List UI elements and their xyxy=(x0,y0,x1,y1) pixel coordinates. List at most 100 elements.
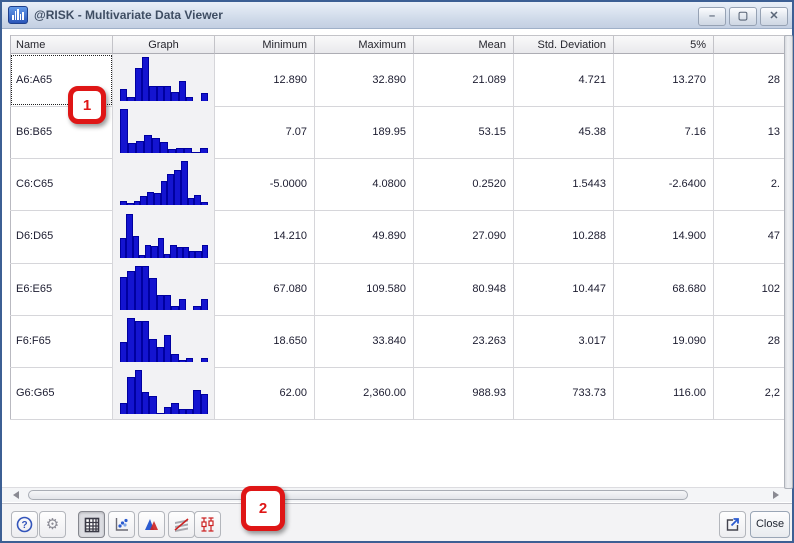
histogram-bar xyxy=(152,138,160,153)
graph-cell[interactable] xyxy=(113,158,215,210)
table-cell-min[interactable]: 7.07 xyxy=(215,106,315,158)
minimize-button[interactable]: – xyxy=(698,7,726,26)
column-header-p5[interactable]: 5% xyxy=(614,35,714,54)
histogram-thumbnail[interactable] xyxy=(120,161,208,205)
table-cell-p5[interactable]: 116.00 xyxy=(614,367,714,419)
table-cell-last[interactable]: 2. xyxy=(714,158,788,210)
histogram-thumbnail[interactable] xyxy=(120,57,208,101)
table-cell-name[interactable]: E6:E65 xyxy=(10,263,113,315)
table-cell-p5[interactable]: 68.680 xyxy=(614,263,714,315)
table-cell-name[interactable]: C6:C65 xyxy=(10,158,113,210)
graph-cell[interactable] xyxy=(113,315,215,367)
table-cell-max[interactable]: 109.580 xyxy=(315,263,414,315)
svg-text:?: ? xyxy=(21,520,27,531)
histogram-bar xyxy=(168,149,176,153)
table-cell-last[interactable]: 47 xyxy=(714,210,788,262)
table-cell-std[interactable]: 4.721 xyxy=(514,54,614,106)
column-header-max[interactable]: Maximum xyxy=(315,35,414,54)
table-cell-max[interactable]: 33.840 xyxy=(315,315,414,367)
graph-cell[interactable] xyxy=(113,106,215,158)
table-cell-std[interactable]: 1.5443 xyxy=(514,158,614,210)
callout-badge-1: 1 xyxy=(68,86,106,124)
column-header-mean[interactable]: Mean xyxy=(414,35,514,54)
horizontal-scrollbar-thumb[interactable] xyxy=(28,490,688,500)
scroll-right-icon[interactable] xyxy=(773,491,779,499)
table-cell-name[interactable]: G6:G65 xyxy=(10,367,113,419)
table-cell-std[interactable]: 3.017 xyxy=(514,315,614,367)
scatter-plot-button[interactable] xyxy=(108,511,135,538)
table-view-button[interactable] xyxy=(78,511,105,538)
box-plot-icon xyxy=(199,516,216,533)
table-cell-min[interactable]: 18.650 xyxy=(215,315,315,367)
table-cell-p5[interactable]: -2.6400 xyxy=(614,158,714,210)
table-cell-std[interactable]: 733.73 xyxy=(514,367,614,419)
graph-cell[interactable] xyxy=(113,367,215,419)
maximize-button[interactable]: ▢ xyxy=(729,7,757,26)
graph-cell[interactable] xyxy=(113,54,215,106)
table-cell-max[interactable]: 189.95 xyxy=(315,106,414,158)
histogram-bar xyxy=(127,271,134,310)
table-cell-mean[interactable]: 0.2520 xyxy=(414,158,514,210)
histogram-bar xyxy=(201,202,208,205)
histogram-thumbnail[interactable] xyxy=(120,266,208,310)
risk-histogram-app-icon xyxy=(8,6,28,24)
table-cell-p5[interactable]: 19.090 xyxy=(614,315,714,367)
settings-button[interactable]: ⚙ xyxy=(39,511,66,538)
table-cell-last[interactable]: 102 xyxy=(714,263,788,315)
table-cell-std[interactable]: 10.447 xyxy=(514,263,614,315)
export-button[interactable] xyxy=(719,511,746,538)
histogram-bar xyxy=(164,407,171,414)
histogram-bar xyxy=(201,93,208,101)
table-cell-mean[interactable]: 21.089 xyxy=(414,54,514,106)
histogram-bar xyxy=(194,195,201,205)
table-cell-max[interactable]: 4.0800 xyxy=(315,158,414,210)
table-cell-min[interactable]: 62.00 xyxy=(215,367,315,419)
table-cell-max[interactable]: 2,360.00 xyxy=(315,367,414,419)
table-cell-std[interactable]: 10.288 xyxy=(514,210,614,262)
table-cell-last[interactable]: 28 xyxy=(714,54,788,106)
column-header-last[interactable] xyxy=(714,35,788,54)
table-cell-min[interactable]: 12.890 xyxy=(215,54,315,106)
table-cell-mean[interactable]: 23.263 xyxy=(414,315,514,367)
vertical-scrollbar[interactable] xyxy=(784,35,793,489)
histogram-thumbnail[interactable] xyxy=(120,109,208,153)
table-cell-last[interactable]: 13 xyxy=(714,106,788,158)
table-cell-p5[interactable]: 13.270 xyxy=(614,54,714,106)
histogram-thumbnail[interactable] xyxy=(120,370,208,414)
graph-cell[interactable] xyxy=(113,263,215,315)
column-header-name[interactable]: Name xyxy=(10,35,113,54)
table-cell-last[interactable]: 2,2 xyxy=(714,367,788,419)
close-button[interactable]: Close xyxy=(750,511,790,538)
table-cell-min[interactable]: 67.080 xyxy=(215,263,315,315)
help-button[interactable]: ? xyxy=(11,511,38,538)
close-window-button[interactable]: ✕ xyxy=(760,7,788,26)
histogram-bar xyxy=(136,141,144,153)
column-header-graph[interactable]: Graph xyxy=(113,35,215,54)
box-plot-button[interactable] xyxy=(194,511,221,538)
table-cell-name[interactable]: F6:F65 xyxy=(10,315,113,367)
multivariate-data-viewer-window: @RISK - Multivariate Data Viewer – ▢ ✕ N… xyxy=(0,0,794,543)
horizontal-scrollbar[interactable] xyxy=(2,487,792,502)
table-cell-min[interactable]: -5.0000 xyxy=(215,158,315,210)
table-cell-max[interactable]: 49.890 xyxy=(315,210,414,262)
table-cell-max[interactable]: 32.890 xyxy=(315,54,414,106)
column-header-min[interactable]: Minimum xyxy=(215,35,315,54)
histogram-thumbnail[interactable] xyxy=(120,214,208,258)
distribution-overlay-button[interactable] xyxy=(138,511,165,538)
column-header-std[interactable]: Std. Deviation xyxy=(514,35,614,54)
table-cell-name[interactable]: D6:D65 xyxy=(10,210,113,262)
table-cell-last[interactable]: 28 xyxy=(714,315,788,367)
table-cell-std[interactable]: 45.38 xyxy=(514,106,614,158)
table-cell-min[interactable]: 14.210 xyxy=(215,210,315,262)
table-cell-mean[interactable]: 988.93 xyxy=(414,367,514,419)
histogram-thumbnail[interactable] xyxy=(120,318,208,362)
table-cell-mean[interactable]: 27.090 xyxy=(414,210,514,262)
table-cell-mean[interactable]: 80.948 xyxy=(414,263,514,315)
graph-cell[interactable] xyxy=(113,210,215,262)
table-cell-mean[interactable]: 53.15 xyxy=(414,106,514,158)
table-cell-p5[interactable]: 14.900 xyxy=(614,210,714,262)
table-cell-p5[interactable]: 7.16 xyxy=(614,106,714,158)
layered-lines-button[interactable] xyxy=(168,511,195,538)
scroll-left-icon[interactable] xyxy=(13,491,19,499)
histogram-bar xyxy=(186,358,193,362)
